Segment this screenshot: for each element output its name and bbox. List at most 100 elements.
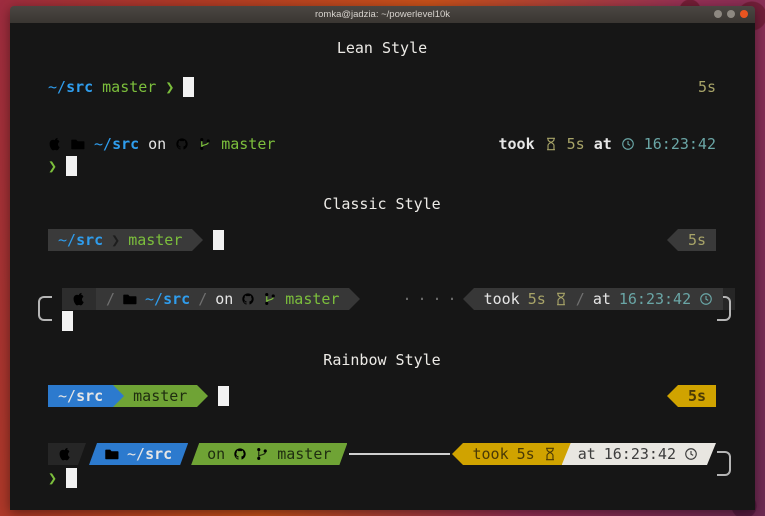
hourglass-icon [544, 137, 558, 151]
on-label: on [215, 290, 233, 308]
text-cursor [183, 77, 194, 97]
os-icon [72, 292, 86, 306]
lean-prompt-2-top: ~/src on master took 5s at 16:23:42 [48, 133, 716, 155]
rainbow-style-heading: Rainbow Style [48, 349, 716, 371]
powerline-arrow [113, 385, 124, 407]
os-icon [58, 447, 72, 461]
section-title: Rainbow Style [323, 351, 440, 369]
dir-segment: ~/src [89, 443, 188, 465]
text-cursor [66, 468, 77, 488]
time-segment: at 16:23:42 [562, 443, 716, 465]
time-value: 16:23:42 [604, 445, 676, 463]
git-branch: master [285, 290, 339, 308]
folder-icon [105, 447, 119, 461]
connector-line [349, 453, 449, 455]
github-icon [175, 137, 189, 151]
os-segment [48, 443, 86, 465]
git-branch: master [277, 445, 331, 463]
classic-prompt-1: ~/src ❯ master 5s [48, 229, 716, 251]
git-branch-icon [198, 137, 212, 151]
lean-prompt-2-input: ❯ [48, 155, 716, 177]
segment-separator: / [106, 290, 115, 308]
git-branch: master [128, 231, 182, 249]
took-segment: took 5s [463, 443, 571, 465]
powerline-arrow [349, 288, 360, 310]
window-controls [714, 10, 748, 18]
at-label: at [594, 135, 612, 153]
directory-path: ~/src [48, 78, 93, 96]
clock-icon [684, 447, 698, 461]
directory-path: ~/src [145, 290, 190, 308]
minimize-button[interactable] [714, 10, 722, 18]
os-icon [48, 137, 62, 151]
close-button[interactable] [740, 10, 748, 18]
classic-style-heading: Classic Style [48, 193, 716, 215]
duration-segment: 5s [678, 385, 716, 407]
vcs-segment: on master [191, 443, 347, 465]
clock-icon [699, 292, 713, 306]
git-branch: master [133, 387, 187, 405]
folder-icon [71, 137, 85, 151]
gap-dots: ···· [402, 290, 462, 308]
took-label: took [473, 445, 509, 463]
took-label: took [499, 135, 535, 153]
prompt-char: ❯ [48, 157, 57, 175]
text-cursor [218, 386, 229, 406]
took-label: took [484, 290, 520, 308]
path-vcs-segment: / ~/src / on master [96, 288, 349, 310]
lean-style-heading: Lean Style [48, 37, 716, 59]
segment-separator: ❯ [111, 231, 120, 249]
git-branch: master [102, 78, 156, 96]
on-label: on [148, 135, 166, 153]
terminal-content[interactable]: Lean Style ~/src master ❯ 5s ~/src on ma… [10, 23, 755, 510]
hourglass-icon [554, 292, 568, 306]
duration-value: 5s [567, 135, 585, 153]
section-title: Lean Style [337, 39, 427, 57]
duration-value: 5s [528, 290, 546, 308]
git-branch-icon [255, 447, 269, 461]
powerline-arrow [192, 229, 203, 251]
powerline-arrow [463, 288, 474, 310]
text-cursor [213, 230, 224, 250]
directory-path: ~/src [58, 231, 103, 249]
powerline-arrow [197, 385, 208, 407]
time-value: 16:23:42 [644, 135, 716, 153]
rainbow-prompt-2-top: ~/src on master took 5s at 16:23:42 [48, 443, 716, 465]
duration-value: 5s [517, 445, 535, 463]
dir-segment: ~/src [48, 385, 113, 407]
duration-segment: 5s [678, 229, 716, 251]
folder-icon [123, 292, 137, 306]
lean-prompt-1: ~/src master ❯ 5s [48, 76, 716, 98]
prompt-char: ❯ [165, 78, 174, 96]
directory-path: ~/src [58, 387, 103, 405]
powerline-arrow [667, 385, 678, 407]
duration-badge: 5s [698, 78, 716, 96]
segment-separator: / [576, 290, 585, 308]
prompt-char: ❯ [48, 469, 57, 487]
text-cursor [62, 311, 73, 331]
maximize-button[interactable] [727, 10, 735, 18]
text-cursor [66, 156, 77, 176]
time-value: 16:23:42 [619, 290, 691, 308]
git-branch-icon [263, 292, 277, 306]
on-label: on [207, 445, 225, 463]
window-title: romka@jadzia: ~/powerlevel10k [315, 9, 450, 20]
classic-prompt-2-input [48, 310, 716, 332]
at-label: at [578, 445, 596, 463]
directory-path: ~/src [94, 135, 139, 153]
terminal-window: romka@jadzia: ~/powerlevel10k Lean Style… [10, 6, 755, 510]
github-icon [233, 447, 247, 461]
prompt-frame-right [717, 451, 731, 476]
clock-icon [621, 137, 635, 151]
path-branch-segment: ~/src ❯ master [48, 229, 192, 251]
github-icon [241, 292, 255, 306]
took-at-segment: took 5s / at 16:23:42 [474, 288, 724, 310]
hourglass-icon [543, 447, 557, 461]
directory-path: ~/src [127, 445, 172, 463]
rainbow-prompt-2-input: ❯ [48, 467, 716, 489]
classic-prompt-2-top: / ~/src / on master ···· took 5s [48, 288, 716, 310]
titlebar[interactable]: romka@jadzia: ~/powerlevel10k [10, 6, 755, 23]
git-branch: master [221, 135, 275, 153]
powerline-arrow [667, 229, 678, 251]
os-segment [62, 288, 96, 310]
